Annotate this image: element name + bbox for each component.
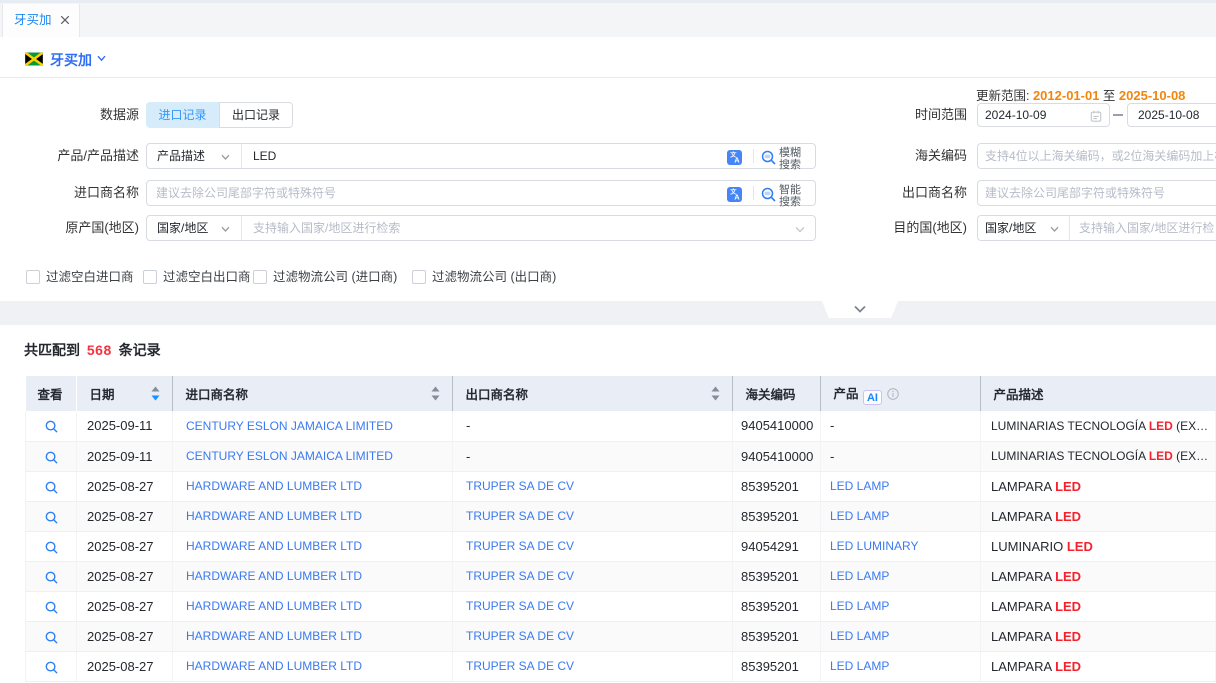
svg-text:A: A [734,193,740,202]
svg-text:A: A [734,156,740,165]
